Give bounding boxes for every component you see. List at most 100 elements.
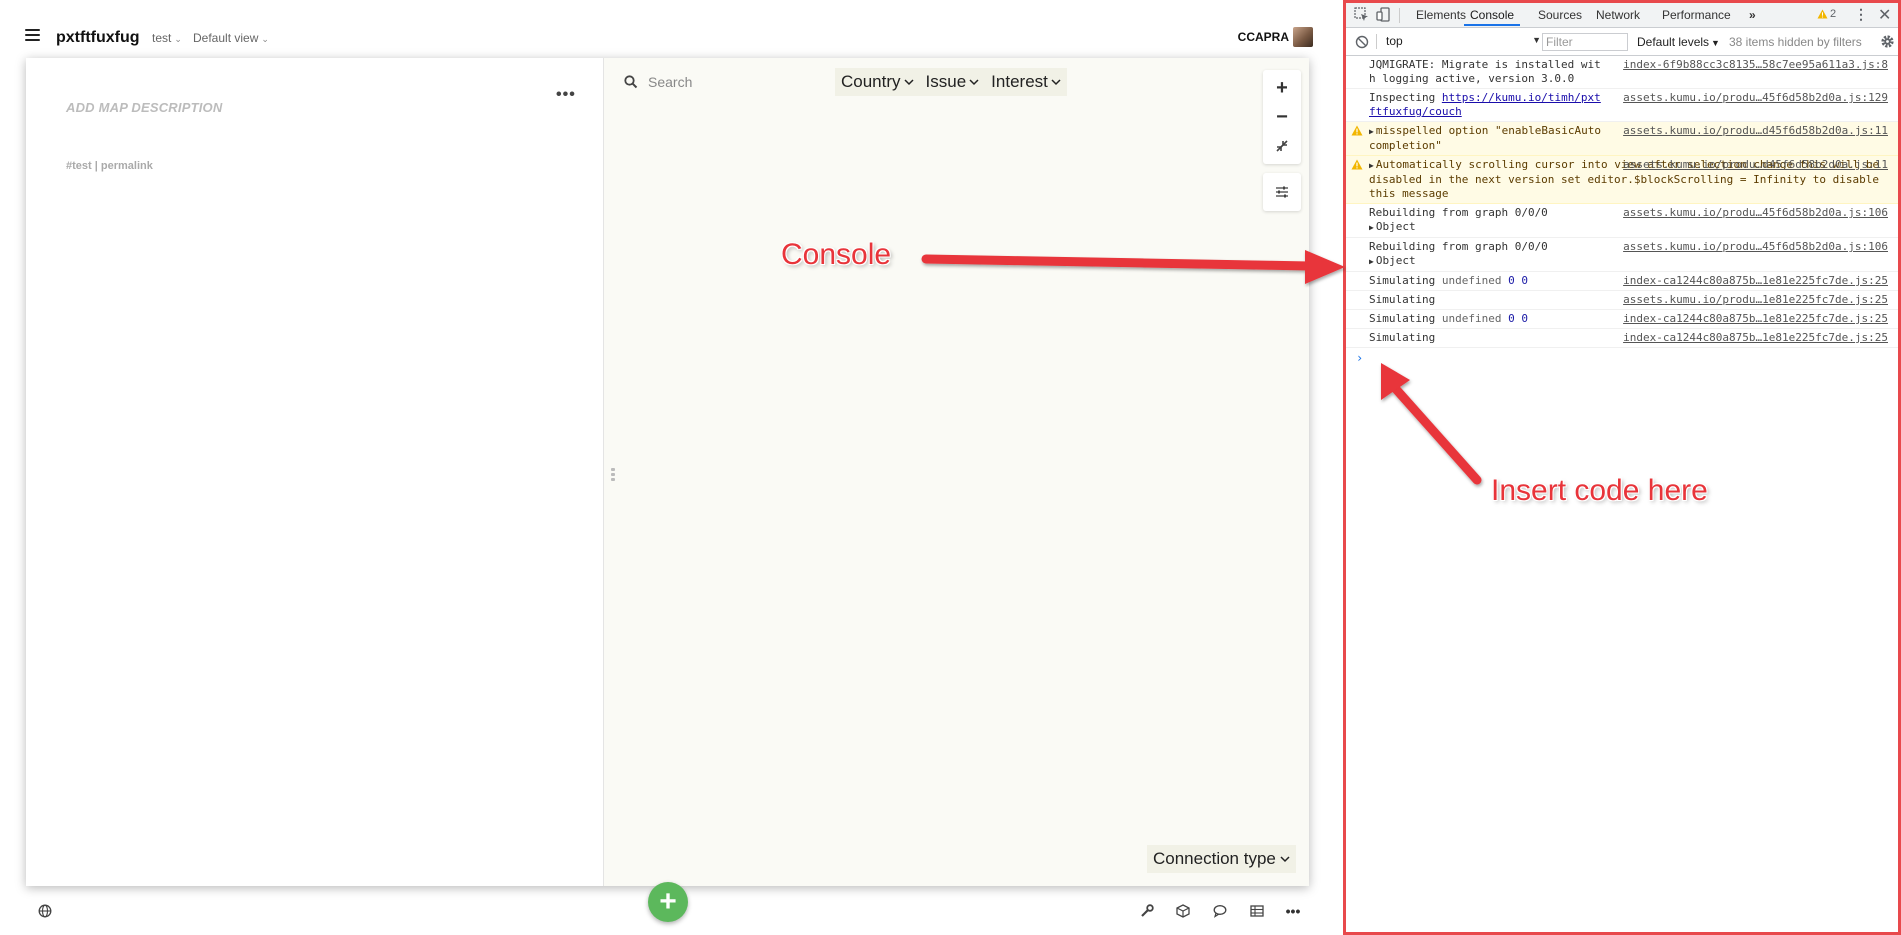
view-label: Default view (193, 31, 259, 45)
map-search (624, 74, 798, 90)
zoom-controls: + − (1263, 70, 1301, 164)
close-icon[interactable]: ✕ (1878, 5, 1891, 25)
resize-handle[interactable] (611, 468, 617, 484)
filter-interest[interactable]: Interest (991, 72, 1061, 92)
insert-code-annotation-label: Insert code here (1491, 474, 1708, 507)
log-number: 0 (1521, 274, 1528, 287)
cube-icon[interactable] (1174, 902, 1192, 920)
bottom-toolbar: ••• (0, 896, 1340, 926)
compress-icon (1276, 140, 1288, 152)
more-options-icon[interactable]: ••• (556, 86, 576, 104)
add-map-description[interactable]: ADD MAP DESCRIPTION (66, 100, 222, 115)
expand-triangle-icon[interactable]: ▶ (1369, 127, 1374, 136)
chevron-down-icon (969, 78, 979, 85)
map-title[interactable]: pxtftfuxfug (56, 29, 140, 47)
tab-elements[interactable]: Elements (1416, 8, 1466, 22)
log-source-link[interactable]: assets.kumu.io/produ…1e81e225fc7de.js:25 (1623, 293, 1888, 307)
log-message: Simulating undefined 0 0 (1369, 274, 1604, 288)
expand-triangle-icon[interactable]: ▶ (1369, 257, 1374, 266)
object-label: Object (1375, 254, 1416, 267)
tag-permalink-links[interactable]: #test | permalink (66, 160, 153, 172)
console-prompt-input[interactable]: › (1346, 348, 1898, 368)
warnings-badge[interactable]: 2 (1817, 8, 1836, 20)
clear-console-icon[interactable] (1355, 35, 1369, 49)
expand-triangle-icon[interactable]: ▶ (1369, 223, 1374, 232)
log-source-link[interactable]: assets.kumu.io/produ…45f6d58b2d0a.js:129 (1623, 91, 1888, 105)
inspect-element-icon[interactable] (1354, 7, 1369, 22)
map-settings-button[interactable] (1263, 173, 1301, 211)
search-icon (624, 75, 638, 89)
kebab-menu-icon[interactable]: ⋮ (1854, 6, 1868, 23)
device-toolbar-icon[interactable] (1376, 7, 1391, 22)
filter-label: Country (841, 72, 901, 91)
console-log-entry: Simulating index-ca1244c80a875b…1e81e225… (1346, 329, 1898, 348)
console-log-entry: Inspecting https://kumu.io/timh/pxtftfux… (1346, 89, 1898, 122)
dropdown-arrow-icon: ▼ (1711, 38, 1720, 48)
filter-country[interactable]: Country (841, 72, 914, 92)
log-text: Simulating (1369, 274, 1436, 287)
log-source-link[interactable]: assets.kumu.io/produ…d45f6d58b2d0a.js:11 (1623, 158, 1888, 172)
log-source-link[interactable]: assets.kumu.io/produ…45f6d58b2d0a.js:106 (1623, 206, 1888, 220)
log-object[interactable]: ▶ Object (1369, 254, 1888, 269)
chevron-down-icon (1051, 78, 1061, 85)
log-source-link[interactable]: index-6f9b88cc3c8135…58c7ee95a611a3.js:8 (1623, 58, 1888, 72)
user-name: CCAPRA (1237, 30, 1289, 44)
tab-console[interactable]: Console (1463, 8, 1521, 26)
connection-type-label: Connection type (1153, 849, 1276, 868)
user-menu[interactable]: CCAPRA (1238, 27, 1313, 47)
log-object[interactable]: ▶ Object (1369, 220, 1888, 235)
tab-network[interactable]: Network (1596, 8, 1640, 22)
levels-label: Default levels (1637, 35, 1710, 49)
log-source-link[interactable]: assets.kumu.io/produ…d45f6d58b2d0a.js:11 (1623, 124, 1888, 138)
app-header: pxtftfuxfug test ⌄ Default view ⌄ CCAPRA (0, 0, 1340, 58)
log-source-link[interactable]: index-ca1244c80a875b…1e81e225fc7de.js:25 (1623, 274, 1888, 288)
console-settings-gear-icon[interactable] (1880, 34, 1895, 49)
console-output: JQMIGRATE: Migrate is installed with log… (1346, 56, 1898, 368)
filter-label: Interest (991, 72, 1048, 91)
console-annotation-label: Console (781, 238, 892, 271)
fit-map-button[interactable] (1268, 133, 1296, 159)
log-message: Simulating undefined 0 0 (1369, 312, 1604, 326)
log-levels-dropdown[interactable]: Default levels ▼ (1637, 35, 1720, 49)
console-filter-input[interactable] (1542, 33, 1628, 51)
chevron-down-icon: ⌄ (261, 34, 269, 44)
log-message: Inspecting https://kumu.io/timh/pxtftfux… (1369, 91, 1604, 119)
chevron-down-icon: ⌄ (174, 34, 182, 44)
wrench-icon[interactable] (1138, 902, 1156, 920)
log-message[interactable]: ▶ misspelled option "enableBasicAutocompl… (1369, 124, 1604, 153)
filter-issue[interactable]: Issue (926, 72, 980, 92)
more-tabs-icon[interactable]: » (1749, 8, 1756, 22)
log-source-link[interactable]: index-ca1244c80a875b…1e81e225fc7de.js:25 (1623, 331, 1888, 345)
search-input[interactable] (648, 74, 798, 90)
table-icon[interactable] (1248, 902, 1266, 920)
tab-sources[interactable]: Sources (1538, 8, 1582, 22)
devtools-panel: Elements Console Sources Network Perform… (1343, 0, 1901, 935)
filter-bar: Country Issue Interest (835, 68, 1067, 96)
globe-icon[interactable] (36, 902, 54, 920)
project-dropdown[interactable]: test ⌄ (152, 31, 182, 45)
log-message: Simulating (1369, 293, 1436, 306)
context-value: top (1386, 34, 1403, 48)
log-message: Simulating (1369, 331, 1436, 344)
log-number: 0 (1521, 312, 1528, 325)
log-number: 0 (1508, 312, 1515, 325)
log-text: Simulating (1369, 312, 1436, 325)
more-options-icon[interactable]: ••• (1284, 902, 1302, 920)
console-warning-entry: ▶ Automatically scrolling cursor into vie… (1346, 156, 1898, 204)
log-undefined-value: undefined (1441, 274, 1502, 287)
expand-triangle-icon[interactable]: ▶ (1369, 161, 1374, 170)
console-log-entry: Simulating assets.kumu.io/produ…1e81e225… (1346, 291, 1898, 310)
log-source-link[interactable]: index-ca1244c80a875b…1e81e225fc7de.js:25 (1623, 312, 1888, 326)
view-dropdown[interactable]: Default view ⌄ (193, 31, 269, 45)
context-select[interactable]: top ▼ (1386, 34, 1541, 48)
comment-icon[interactable] (1211, 902, 1229, 920)
log-source-link[interactable]: assets.kumu.io/produ…45f6d58b2d0a.js:106 (1623, 240, 1888, 254)
zoom-in-button[interactable]: + (1268, 75, 1296, 101)
tab-performance[interactable]: Performance (1662, 8, 1731, 22)
console-log-entry: Simulating undefined 0 0 index-ca1244c80… (1346, 272, 1898, 291)
connection-type-dropdown[interactable]: Connection type (1147, 845, 1296, 873)
console-log-entry: JQMIGRATE: Migrate is installed with log… (1346, 56, 1898, 89)
warning-icon (1817, 9, 1828, 19)
hamburger-menu-icon[interactable] (25, 29, 40, 41)
zoom-out-button[interactable]: − (1268, 104, 1296, 130)
